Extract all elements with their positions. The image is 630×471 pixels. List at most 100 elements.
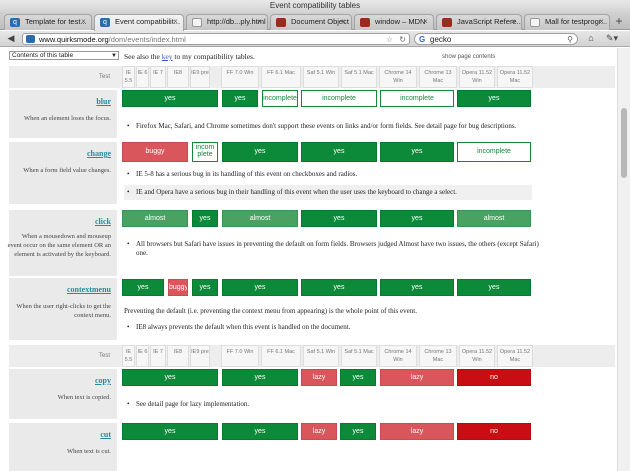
event-link-cut[interactable]: cut: [100, 430, 111, 439]
tab-window-mdn[interactable]: window – MDN ×: [354, 14, 434, 30]
window-title: Event compatibility tables: [0, 0, 630, 12]
browser-header: FF 7.0 Win: [221, 66, 259, 88]
tab-template-for-test[interactable]: q Template for test... ×: [4, 14, 92, 30]
browser-header: Chrome 14 Win: [379, 345, 417, 367]
event-link-change[interactable]: change: [87, 149, 111, 158]
compat-cell: incomplete: [380, 90, 454, 107]
compat-cell: yes: [457, 90, 531, 107]
browser-header: Saf 5.1 Win: [303, 66, 339, 88]
tab-event-compatibility[interactable]: q Event compatibilit... ×: [94, 14, 184, 31]
event-label-cut: cut When text is cut.: [9, 423, 117, 471]
chevron-down-icon: ▼: [111, 53, 117, 59]
home-icon[interactable]: ⌂: [584, 33, 598, 45]
tab-javascript-reference[interactable]: JavaScript Refere... ×: [436, 14, 522, 30]
compat-cell: yes: [192, 279, 218, 296]
compat-cell: yes: [222, 369, 298, 386]
browser-header: FF 6.1 Mac: [261, 66, 301, 88]
tab-document-object[interactable]: Document Object ... ×: [270, 14, 352, 30]
close-icon[interactable]: ×: [509, 18, 518, 27]
mdn-dino-favicon: [360, 18, 370, 27]
note-item: IE and Opera have a serious bug in their…: [124, 188, 532, 197]
header-test-label: Test: [99, 353, 111, 359]
compat-cell: lazy: [301, 369, 337, 386]
browser-header: IE 7: [150, 66, 166, 88]
note-item: See detail page for lazy implementation.: [124, 400, 544, 409]
url-host: www.quirksmode.org: [39, 35, 109, 44]
url-text[interactable]: www.quirksmode.org/dom/events/index.html: [39, 34, 186, 45]
tab-mall-for-testprogr[interactable]: Mall for testprogr... ×: [524, 14, 610, 30]
browser-header: Opera 11.52 Win: [459, 66, 495, 88]
bookmark-star-icon[interactable]: ☆: [386, 34, 393, 45]
compat-cell: yes: [301, 279, 377, 296]
tools-icon[interactable]: ✎▾: [603, 33, 621, 45]
event-description: When an element loses the focus.: [24, 115, 111, 122]
browser-header: IE 5.5: [122, 66, 135, 88]
close-icon[interactable]: ×: [255, 18, 264, 27]
browser-header: Saf 5.1 Mac: [341, 66, 377, 88]
url-bar[interactable]: www.quirksmode.org/dom/events/index.html…: [22, 33, 410, 45]
browser-header: IE 5.5: [122, 345, 135, 367]
compat-cell: lazy: [301, 423, 337, 440]
compat-cell: almost: [457, 210, 531, 227]
header-test-label: Test: [99, 74, 111, 80]
browser-header: IE9 pre: [190, 66, 210, 88]
contents-select-value: Contents of this table: [12, 52, 74, 59]
close-icon[interactable]: ×: [597, 18, 606, 27]
event-description: When the user right-clicks to get the co…: [16, 303, 111, 319]
note-item: All browsers but Safari have issues in p…: [124, 240, 540, 258]
event-notes: See detail page for lazy implementation.: [124, 400, 544, 409]
contents-select[interactable]: Contents of this table ▼: [9, 51, 119, 60]
compat-cell: yes: [457, 279, 531, 296]
compat-cell: yes: [122, 369, 218, 386]
show-page-contents-link[interactable]: show page contents: [442, 54, 495, 60]
close-icon[interactable]: ×: [421, 18, 430, 27]
event-description: When text is copied.: [57, 394, 111, 401]
browser-header: IE 6: [136, 66, 149, 88]
compat-cell: yes: [380, 279, 454, 296]
event-label-copy: copy When text is copied.: [9, 369, 117, 419]
tab-label: window – MDN: [375, 17, 426, 26]
search-box[interactable]: G gecko ⚲: [414, 33, 578, 45]
intro-prefix: See also the: [124, 52, 160, 61]
event-description: When a form field value changes.: [23, 167, 111, 174]
compat-cell: yes: [122, 423, 218, 440]
scrollbar-thumb[interactable]: [621, 108, 627, 178]
quirksmode-favicon: [26, 35, 35, 43]
close-icon[interactable]: ×: [339, 18, 348, 27]
key-link[interactable]: key: [162, 52, 173, 61]
compat-cell: lazy: [380, 369, 454, 386]
tab-db-ply[interactable]: http://db...ply.html ×: [186, 14, 268, 30]
compat-cell: buggy: [122, 142, 188, 162]
event-link-copy[interactable]: copy: [95, 376, 111, 385]
event-label-contextmenu: contextmenu When the user right-clicks t…: [9, 278, 117, 340]
browser-header: Opera 11.52 Win: [459, 345, 495, 367]
browser-header: Saf 5.1 Win: [303, 345, 339, 367]
close-icon[interactable]: ×: [79, 18, 88, 27]
tab-label: Template for test...: [25, 17, 87, 26]
browser-header: FF 6.1 Mac: [261, 345, 301, 367]
search-input[interactable]: gecko: [430, 34, 451, 45]
compat-cell: yes: [301, 142, 377, 162]
event-link-click[interactable]: click: [95, 217, 111, 226]
vertical-scrollbar[interactable]: [617, 48, 630, 471]
blank-page-icon: [192, 18, 202, 27]
page-content: Contents of this table ▼ See also the ke…: [0, 48, 617, 471]
event-link-blur[interactable]: blur: [96, 97, 111, 106]
event-notes: IE 5-8 has a serious bug in its handling…: [124, 170, 544, 179]
new-tab-plus-icon[interactable]: +: [612, 15, 626, 28]
browser-header-row: Test IE 5.5 IE 6 IE 7 IE8 IE9 pre FF 7.0…: [9, 66, 615, 88]
back-arrow-icon[interactable]: ◀: [4, 33, 18, 45]
mdn-dino-favicon: [276, 18, 286, 27]
event-description: When text is cut.: [66, 448, 111, 455]
event-link-contextmenu[interactable]: contextmenu: [67, 285, 111, 294]
compat-cell: yes: [122, 90, 218, 107]
reload-icon[interactable]: ↻: [399, 34, 406, 45]
search-icon[interactable]: ⚲: [567, 34, 573, 45]
search-engine-icon[interactable]: G: [419, 34, 425, 45]
close-icon[interactable]: ×: [171, 18, 180, 27]
browser-header: IE 6: [136, 345, 149, 367]
browser-header: Opera 11.52 Mac: [497, 345, 533, 367]
event-label-blur: blur When an element loses the focus.: [9, 90, 117, 138]
compat-cell: yes: [222, 423, 298, 440]
browser-window: Event compatibility tables q Template fo…: [0, 0, 630, 471]
